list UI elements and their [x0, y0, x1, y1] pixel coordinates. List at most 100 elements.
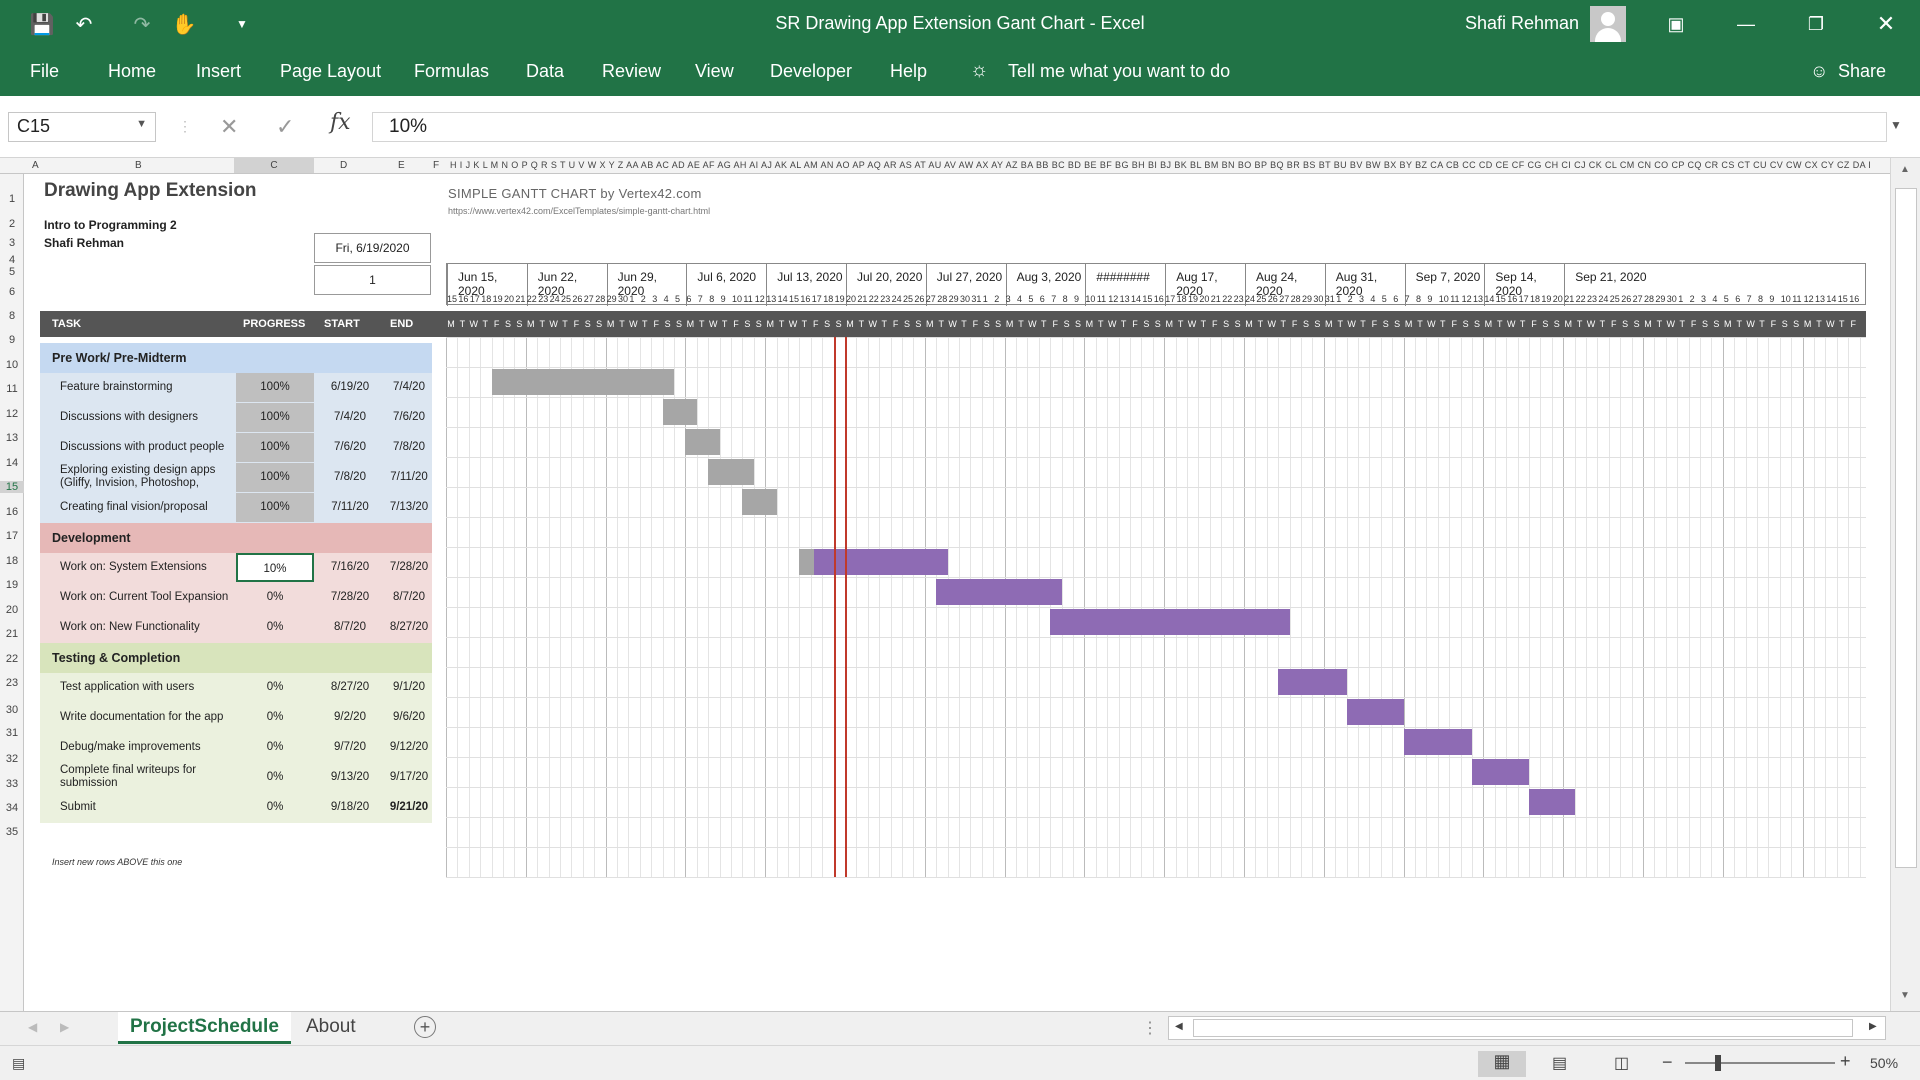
col-a[interactable]: A — [32, 160, 39, 171]
tab-data[interactable]: Data — [526, 61, 564, 82]
end-date[interactable]: 7/11/20 — [384, 471, 434, 483]
gantt-bar[interactable] — [1050, 609, 1290, 635]
start-date[interactable]: 9/2/20 — [322, 711, 378, 723]
gantt-bar[interactable] — [685, 429, 720, 455]
scroll-thumb[interactable] — [1895, 188, 1917, 868]
tab-developer[interactable]: Developer — [770, 61, 852, 82]
start-date[interactable]: 7/16/20 — [322, 561, 378, 573]
tab-insert[interactable]: Insert — [196, 61, 241, 82]
end-date[interactable]: 8/27/20 — [384, 621, 434, 633]
progress-cell[interactable]: 0% — [236, 613, 314, 642]
end-date[interactable]: 7/4/20 — [384, 381, 434, 393]
task-name[interactable]: Work on: New Functionality — [60, 621, 200, 633]
row-number[interactable]: 1 — [0, 193, 24, 205]
progress-cell[interactable]: 0% — [236, 733, 314, 762]
tab-formulas[interactable]: Formulas — [414, 61, 489, 82]
row-number[interactable]: 9 — [0, 334, 24, 346]
progress-cell[interactable]: 0% — [236, 583, 314, 612]
progress-cell[interactable]: 100% — [236, 433, 314, 462]
tab-scroll-right-icon[interactable]: ▶ — [60, 1020, 69, 1034]
row-number[interactable]: 6 — [0, 286, 24, 298]
sheet-tab-about[interactable]: About — [294, 1012, 368, 1044]
row-number[interactable]: 4 — [0, 254, 24, 266]
gantt-bar[interactable] — [1278, 669, 1347, 695]
start-date[interactable]: 8/27/20 — [322, 681, 378, 693]
zoom-level[interactable]: 50% — [1870, 1055, 1898, 1071]
tab-file[interactable]: File — [30, 61, 59, 82]
gantt-bar[interactable] — [742, 489, 777, 515]
start-date[interactable]: 7/6/20 — [322, 441, 378, 453]
end-date[interactable]: 9/1/20 — [384, 681, 434, 693]
col-f[interactable]: F — [433, 160, 439, 171]
row-number[interactable]: 2 — [0, 218, 24, 230]
split-handle-icon[interactable]: ⋮ — [1142, 1018, 1158, 1038]
hscroll-thumb[interactable] — [1193, 1019, 1853, 1037]
start-date[interactable]: 8/7/20 — [322, 621, 378, 633]
zoom-out-icon[interactable]: − — [1662, 1052, 1673, 1073]
progress-cell[interactable]: 0% — [236, 673, 314, 702]
vertical-scrollbar[interactable]: ▲ ▼ — [1890, 158, 1920, 1011]
table-row[interactable]: Test application with users 0% 8/27/20 9/1/… — [40, 673, 432, 703]
tab-page-layout[interactable]: Page Layout — [280, 61, 381, 82]
phase-row[interactable]: Development — [40, 523, 432, 553]
end-date[interactable]: 7/13/20 — [384, 501, 434, 513]
row-number[interactable]: 16 — [0, 506, 24, 518]
start-date[interactable]: 9/18/20 — [322, 801, 378, 813]
row-number[interactable]: 11 — [0, 383, 24, 395]
end-date[interactable]: 9/21/20 — [384, 801, 434, 813]
table-row[interactable]: Work on: New Functionality 0% 8/7/20 8/27/2… — [40, 613, 432, 643]
phase-row[interactable]: Pre Work/ Pre-Midterm — [40, 343, 432, 373]
row-number[interactable]: 3 — [0, 237, 24, 249]
table-row[interactable]: Discussions with product people 100% 7/6/2… — [40, 433, 432, 463]
row-number[interactable]: 10 — [0, 359, 24, 371]
gantt-bar[interactable] — [1472, 759, 1529, 785]
gantt-bar[interactable] — [662, 399, 697, 425]
zoom-slider[interactable] — [1685, 1062, 1835, 1064]
start-date[interactable]: 6/19/20 — [322, 381, 378, 393]
scroll-down-icon[interactable]: ▼ — [1900, 990, 1910, 1001]
scroll-right-icon[interactable]: ▶ — [1869, 1021, 1877, 1032]
table-row[interactable]: Work on: System Extensions 10% 7/16/20 7/28… — [40, 553, 432, 583]
template-url[interactable]: https://www.vertex42.com/ExcelTemplates/… — [448, 206, 710, 216]
start-date[interactable]: 9/7/20 — [322, 741, 378, 753]
row-number[interactable]: 30 — [0, 704, 24, 716]
task-name[interactable]: Creating final vision/proposal — [60, 501, 208, 513]
row-number[interactable]: 20 — [0, 604, 24, 616]
end-date[interactable]: 9/6/20 — [384, 711, 434, 723]
phase-row[interactable]: Testing & Completion — [40, 643, 432, 673]
normal-view-icon[interactable]: ▦ — [1478, 1051, 1526, 1077]
zoom-thumb[interactable] — [1715, 1055, 1721, 1071]
task-name[interactable]: Write documentation for the app — [60, 711, 223, 723]
task-name[interactable]: Debug/make improvements — [60, 741, 201, 753]
progress-cell[interactable]: 100% — [236, 373, 314, 402]
progress-cell[interactable]: 10% — [236, 553, 314, 582]
tab-help[interactable]: Help — [890, 61, 927, 82]
enter-icon[interactable]: ✓ — [276, 114, 294, 140]
table-row[interactable]: Debug/make improvements 0% 9/7/20 9/12/20 — [40, 733, 432, 763]
end-date[interactable]: 7/6/20 — [384, 411, 434, 423]
gantt-bar[interactable] — [491, 369, 674, 395]
task-name[interactable]: Discussions with product people — [60, 441, 224, 453]
end-date[interactable]: 7/8/20 — [384, 441, 434, 453]
ribbon-display-icon[interactable]: ▣ — [1656, 8, 1696, 40]
task-name[interactable]: Work on: System Extensions — [60, 561, 207, 573]
table-row[interactable]: Feature brainstorming 100% 6/19/20 7/4/20 — [40, 373, 432, 403]
end-date[interactable]: 7/28/20 — [384, 561, 434, 573]
row-number[interactable]: 17 — [0, 530, 24, 542]
row-number[interactable]: 31 — [0, 727, 24, 739]
minimize-icon[interactable]: — — [1726, 8, 1766, 40]
progress-cell[interactable]: 100% — [236, 463, 314, 492]
project-start-cell[interactable]: Fri, 6/19/2020 — [314, 233, 431, 263]
gantt-bar[interactable] — [708, 459, 754, 485]
start-date[interactable]: 7/28/20 — [322, 591, 378, 603]
gantt-bar[interactable] — [1346, 699, 1404, 725]
end-date[interactable]: 9/12/20 — [384, 741, 434, 753]
progress-cell[interactable]: 0% — [236, 703, 314, 732]
table-row[interactable]: Write documentation for the app 0% 9/2/20 9… — [40, 703, 432, 733]
row-number[interactable]: 21 — [0, 628, 24, 640]
tab-home[interactable]: Home — [108, 61, 156, 82]
task-name[interactable]: Complete final writeups for submission — [60, 764, 230, 792]
horizontal-scrollbar[interactable]: ◀ ▶ — [1168, 1016, 1886, 1040]
row-number[interactable]: 5 — [0, 266, 24, 278]
task-name[interactable]: Work on: Current Tool Expansion — [60, 591, 228, 603]
